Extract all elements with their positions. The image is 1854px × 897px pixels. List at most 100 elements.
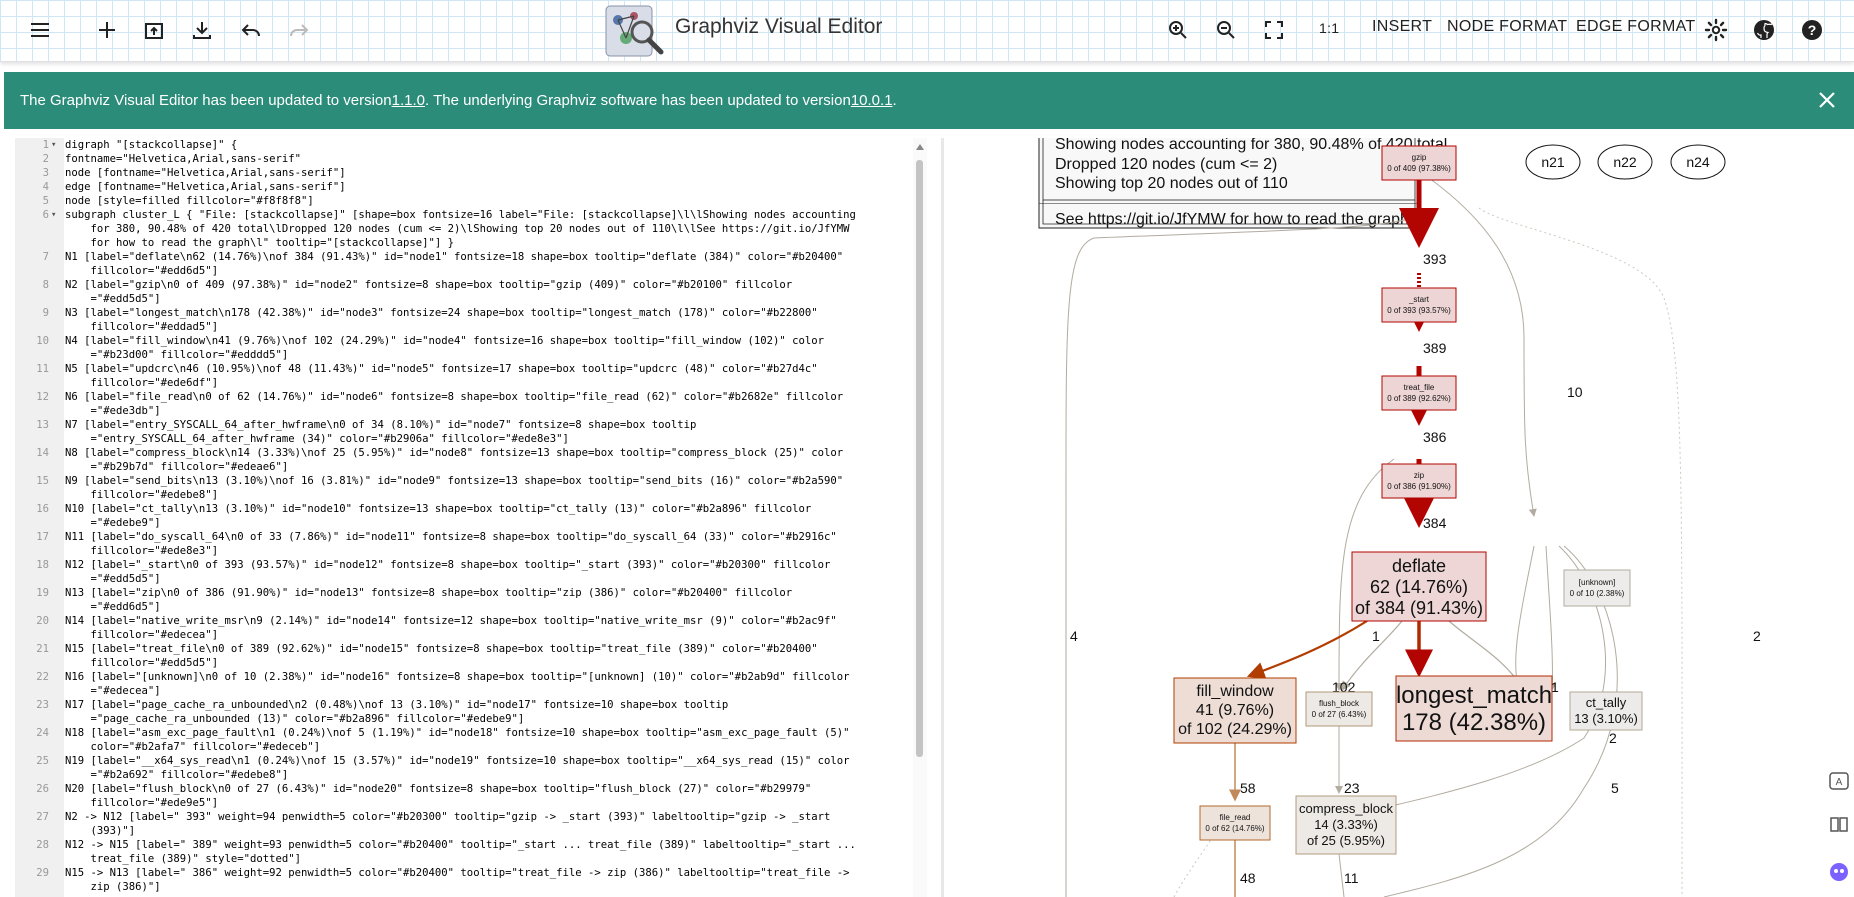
- code-line[interactable]: fillcolor="#ede8e3"]: [15, 544, 911, 558]
- node-zip[interactable]: zip 0 of 386 (91.90%): [1381, 463, 1457, 499]
- code-text[interactable]: fillcolor="#ede6df"]: [65, 376, 219, 390]
- code-line[interactable]: for how to read the graph\l" tooltip="[s…: [15, 236, 911, 250]
- code-text[interactable]: N19 [label="__x64_sys_read\n1 (0.24%)\no…: [65, 754, 850, 768]
- code-line[interactable]: 20 N14 [label="native_write_msr\n9 (2.14%…: [15, 614, 911, 628]
- code-text[interactable]: digraph "[stackcollapse]" {: [65, 138, 237, 152]
- code-text[interactable]: for 380, 90.48% of 420 total\lDropped 12…: [65, 222, 850, 236]
- code-line[interactable]: 11 N5 [label="updcrc\n46 (10.95%)\nof 48 …: [15, 362, 911, 376]
- code-text[interactable]: node [fontname="Helvetica,Arial,sans-ser…: [65, 166, 346, 180]
- code-text[interactable]: N2 -> N12 [label=" 393" weight=94 penwid…: [65, 810, 830, 824]
- code-line[interactable]: 4 edge [fontname="Helvetica,Arial,sans-se…: [15, 180, 911, 194]
- book-icon[interactable]: [1828, 813, 1850, 835]
- code-text[interactable]: N13 [label="zip\n0 of 386 (91.90%)" id="…: [65, 586, 792, 600]
- code-text[interactable]: fillcolor="#edecea"]: [65, 628, 219, 642]
- code-line[interactable]: ="#ede3db"]: [15, 404, 911, 418]
- code-line[interactable]: 21 N15 [label="treat_file\n0 of 389 (92.6…: [15, 642, 911, 656]
- code-line[interactable]: fillcolor="#eddad5"]: [15, 320, 911, 334]
- code-line[interactable]: 1 ▾ digraph "[stackcollapse]" {: [15, 138, 911, 152]
- code-text[interactable]: N3 [label="longest_match\n178 (42.38%)" …: [65, 306, 818, 320]
- node-ct-tally[interactable]: ct_tally 13 (3.10%): [1569, 691, 1643, 731]
- node-deflate[interactable]: deflate 62 (14.76%) of 384 (91.43%): [1351, 551, 1487, 622]
- code-text[interactable]: N1 [label="deflate\n62 (14.76%)\nof 384 …: [65, 250, 843, 264]
- code-line[interactable]: 18 N12 [label="_start\n0 of 393 (93.57%)"…: [15, 558, 911, 572]
- code-text[interactable]: fillcolor="#edd5d5"]: [65, 656, 219, 670]
- code-text[interactable]: N4 [label="fill_window\n41 (9.76%)\nof 1…: [65, 334, 824, 348]
- code-line[interactable]: 24 N18 [label="asm_exc_page_fault\n1 (0.2…: [15, 726, 911, 740]
- node-compress-block[interactable]: compress_block 14 (3.33%) of 25 (5.95%): [1295, 795, 1397, 855]
- github-icon[interactable]: [1746, 12, 1782, 48]
- code-line[interactable]: ="#edecea"]: [15, 684, 911, 698]
- code-line[interactable]: 6 ▾ subgraph cluster_L { "File: [stackcoll…: [15, 208, 911, 222]
- fold-toggle-icon[interactable]: ▾: [51, 208, 56, 222]
- code-text[interactable]: N17 [label="page_cache_ra_unbounded\n2 (…: [65, 698, 728, 712]
- code-line[interactable]: 2 fontname="Helvetica,Arial,sans-serif": [15, 152, 911, 166]
- zoom-reset-button[interactable]: 1:1: [1319, 20, 1339, 36]
- code-text[interactable]: N14 [label="native_write_msr\n9 (2.14%)"…: [65, 614, 837, 628]
- code-text[interactable]: N12 [label="_start\n0 of 393 (93.57%)" i…: [65, 558, 830, 572]
- save-icon[interactable]: [184, 12, 220, 48]
- code-text[interactable]: ="#edd6d5"]: [65, 600, 161, 614]
- code-line[interactable]: ="#edd5d5"]: [15, 572, 911, 586]
- redo-icon[interactable]: [281, 12, 317, 48]
- code-text[interactable]: N15 [label="treat_file\n0 of 389 (92.62%…: [65, 642, 818, 656]
- insert-button[interactable]: INSERT: [1372, 18, 1432, 36]
- code-text[interactable]: color="#b2afa7" fillcolor="#edeceb"]: [65, 740, 321, 754]
- code-text[interactable]: fillcolor="#edebe8"]: [65, 488, 219, 502]
- code-line[interactable]: ="#b23d00" fillcolor="#edddd5"]: [15, 348, 911, 362]
- code-text[interactable]: N18 [label="asm_exc_page_fault\n1 (0.24%…: [65, 726, 850, 740]
- code-text[interactable]: for how to read the graph\l" tooltip="[s…: [65, 236, 455, 250]
- code-text[interactable]: ="#b23d00" fillcolor="#edddd5"]: [65, 348, 289, 362]
- node-file-read[interactable]: file_read 0 of 62 (14.76%): [1199, 805, 1271, 841]
- editor-version-link[interactable]: 1.1.0: [392, 92, 425, 109]
- editor-scrollbar[interactable]: [913, 138, 927, 897]
- code-line[interactable]: 17 N11 [label="do_syscall_64\n0 of 33 (7.…: [15, 530, 911, 544]
- code-text[interactable]: N20 [label="flush_block\n0 of 27 (6.43%)…: [65, 782, 811, 796]
- dot-text-editor[interactable]: 1 ▾ digraph "[stackcollapse]" {2 fontname="…: [15, 138, 927, 897]
- node-gzip[interactable]: gzip 0 of 409 (97.38%): [1381, 145, 1457, 181]
- undo-icon[interactable]: [233, 12, 269, 48]
- code-line[interactable]: fillcolor="#edecea"]: [15, 628, 911, 642]
- code-line[interactable]: for 380, 90.48% of 420 total\lDropped 12…: [15, 222, 911, 236]
- code-line[interactable]: fillcolor="#edebe8"]: [15, 488, 911, 502]
- code-line[interactable]: 28 N12 -> N15 [label=" 389" weight=93 pen…: [15, 838, 911, 852]
- code-line[interactable]: 14 N8 [label="compress_block\n14 (3.33%)\…: [15, 446, 911, 460]
- code-line[interactable]: ="page_cache_ra_unbounded (13)" color="#…: [15, 712, 911, 726]
- code-text[interactable]: ="#edecea"]: [65, 684, 161, 698]
- code-line[interactable]: ="#b2a692" fillcolor="#edebe8"]: [15, 768, 911, 782]
- code-line[interactable]: zip (386)"]: [15, 880, 911, 894]
- node-start[interactable]: _start 0 of 393 (93.57%): [1381, 287, 1457, 323]
- code-text[interactable]: fillcolor="#edd6d5"]: [65, 264, 219, 278]
- code-line[interactable]: ="#edd5d5"]: [15, 292, 911, 306]
- code-line[interactable]: fillcolor="#edd6d5"]: [15, 264, 911, 278]
- code-line[interactable]: ="#edebe9"]: [15, 516, 911, 530]
- code-text[interactable]: ="#edd5d5"]: [65, 292, 161, 306]
- code-text[interactable]: N10 [label="ct_tally\n13 (3.10%)" id="no…: [65, 502, 811, 516]
- node-n24[interactable]: n24: [1670, 144, 1726, 180]
- code-line[interactable]: 8 N2 [label="gzip\n0 of 409 (97.38%)" id=…: [15, 278, 911, 292]
- assistant-icon[interactable]: [1828, 861, 1850, 883]
- code-line[interactable]: 19 N13 [label="zip\n0 of 386 (91.90%)" id…: [15, 586, 911, 600]
- code-text[interactable]: ="#b2a692" fillcolor="#edebe8"]: [65, 768, 289, 782]
- code-line[interactable]: treat_file (389)" style="dotted"]: [15, 852, 911, 866]
- node-format-button[interactable]: NODE FORMAT: [1447, 18, 1567, 36]
- code-line[interactable]: 10 N4 [label="fill_window\n41 (9.76%)\nof…: [15, 334, 911, 348]
- gear-icon[interactable]: [1698, 12, 1734, 48]
- code-text[interactable]: fillcolor="#ede9e5"]: [65, 796, 219, 810]
- node-n22[interactable]: n22: [1597, 144, 1653, 180]
- fold-toggle-icon[interactable]: ▾: [51, 138, 56, 152]
- code-text[interactable]: node [style=filled fillcolor="#f8f8f8"]: [65, 194, 314, 208]
- code-text[interactable]: ="#ede3db"]: [65, 404, 161, 418]
- code-text[interactable]: (393)"]: [65, 824, 136, 838]
- code-text[interactable]: N15 -> N13 [label=" 386" weight=92 penwi…: [65, 866, 850, 880]
- help-icon[interactable]: ?: [1794, 12, 1830, 48]
- code-line[interactable]: 3 node [fontname="Helvetica,Arial,sans-se…: [15, 166, 911, 180]
- code-text[interactable]: N6 [label="file_read\n0 of 62 (14.76%)" …: [65, 390, 843, 404]
- code-line[interactable]: 13 N7 [label="entry_SYSCALL_64_after_hwfr…: [15, 418, 911, 432]
- code-text[interactable]: N2 [label="gzip\n0 of 409 (97.38%)" id="…: [65, 278, 792, 292]
- code-line[interactable]: 9 N3 [label="longest_match\n178 (42.38%)"…: [15, 306, 911, 320]
- scroll-up-icon[interactable]: [916, 144, 924, 150]
- code-line[interactable]: (393)"]: [15, 824, 911, 838]
- code-line[interactable]: fillcolor="#ede6df"]: [15, 376, 911, 390]
- node-flush-block[interactable]: flush_block 0 of 27 (6.43%): [1305, 691, 1373, 727]
- zoom-out-icon[interactable]: [1208, 12, 1244, 48]
